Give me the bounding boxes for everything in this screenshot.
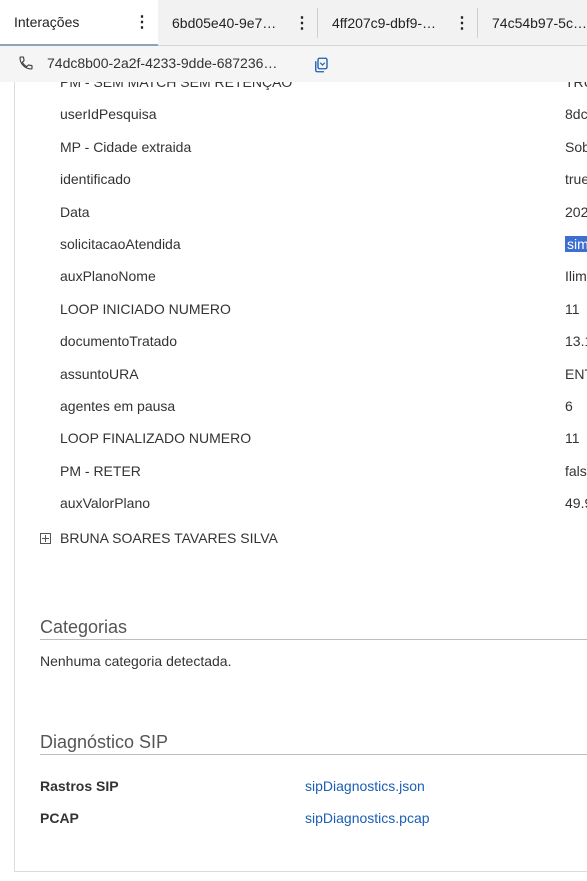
sip-traces-label: Rastros SIP <box>40 778 119 794</box>
attribute-key: PM - SEM MATCH SEM RETENÇÃO <box>60 82 293 90</box>
attribute-row: MP - Cidade extraida Sob <box>60 139 587 159</box>
tab-interaction-3[interactable]: 4ff207c9-dbf9-… ⋮ <box>318 0 478 46</box>
attribute-key: userIdPesquisa <box>60 106 157 122</box>
tab-interacoes[interactable]: Interações ⋮ <box>0 0 158 46</box>
attribute-value: Ilim <box>565 268 587 284</box>
tab-bar: Interações ⋮ 6bd05e40-9e7… ⋮ 4ff207c9-db… <box>0 0 587 46</box>
attribute-key: Data <box>60 204 90 220</box>
sip-traces-link[interactable]: sipDiagnostics.json <box>305 778 425 794</box>
attribute-value: 6 <box>565 398 573 414</box>
attribute-value-selected[interactable]: sim <box>565 236 587 252</box>
attribute-row: PM - SEM MATCH SEM RETENÇÃO TRU <box>60 82 587 94</box>
attribute-key: PM - RETER <box>60 463 141 479</box>
attribute-row: auxPlanoNome Ilim <box>60 268 587 288</box>
copy-icon[interactable] <box>312 56 330 74</box>
attribute-key: assuntoURA <box>60 366 139 382</box>
attribute-value: fals <box>565 463 587 479</box>
attribute-value: 8dc <box>565 106 587 122</box>
attribute-row: solicitacaoAtendida sim <box>60 236 587 256</box>
tab-interaction-2[interactable]: 6bd05e40-9e7… ⋮ <box>158 0 318 46</box>
attribute-row: assuntoURA ENT <box>60 366 587 386</box>
attribute-key: auxPlanoNome <box>60 268 156 284</box>
tab-label: 74c54b97-5ce… <box>492 15 587 31</box>
interaction-header: 74dc8b00-2a2f-4233-9dde-6872364… <box>0 46 587 82</box>
attribute-value: 11 <box>565 301 580 317</box>
attribute-row: PM - RETER fals <box>60 463 587 483</box>
attribute-key: solicitacaoAtendida <box>60 236 181 252</box>
attribute-row: auxValorPlano 49.9 <box>60 495 587 515</box>
attribute-row: userIdPesquisa 8dc <box>60 106 587 126</box>
participant-name: BRUNA SOARES TAVARES SILVA <box>60 530 278 546</box>
expand-plus-icon[interactable] <box>40 532 51 544</box>
participant-expander[interactable]: BRUNA SOARES TAVARES SILVA <box>40 528 278 548</box>
attribute-key: agentes em pausa <box>60 398 176 414</box>
interaction-details-panel: PM - SEM MATCH SEM RETENÇÃO TRU userIdPe… <box>14 82 587 872</box>
attribute-key: documentoTratado <box>60 333 177 349</box>
kebab-menu-icon[interactable]: ⋮ <box>132 12 152 32</box>
pcap-link[interactable]: sipDiagnostics.pcap <box>305 810 430 826</box>
attribute-value: ENT <box>565 366 587 382</box>
tab-label: 4ff207c9-dbf9-… <box>332 15 437 31</box>
tab-label: Interações <box>14 14 80 30</box>
categories-title: Categorias <box>40 617 587 640</box>
attribute-row: LOOP INICIADO NUMERO 11 <box>60 301 587 321</box>
attribute-key: auxValorPlano <box>60 495 151 511</box>
tab-label: 6bd05e40-9e7… <box>172 15 277 31</box>
attribute-value: 13.1 <box>565 333 587 349</box>
attribute-key: LOOP INICIADO NUMERO <box>60 301 231 317</box>
attribute-key: identificado <box>60 171 131 187</box>
attribute-key: MP - Cidade extraida <box>60 139 192 155</box>
attribute-value: 49.9 <box>565 495 587 511</box>
attribute-row: documentoTratado 13.1 <box>60 333 587 353</box>
attribute-value: true <box>565 171 587 187</box>
attribute-value: 11 <box>565 430 580 446</box>
attribute-row: agentes em pausa 6 <box>60 398 587 418</box>
sip-diagnostics-title: Diagnóstico SIP <box>40 732 587 755</box>
tab-interaction-4[interactable]: 74c54b97-5ce… <box>478 0 587 46</box>
attribute-row: LOOP FINALIZADO NUMERO 11 <box>60 430 587 450</box>
attribute-value: Sob <box>565 139 587 155</box>
attribute-value: 202 <box>565 204 587 220</box>
categories-empty-text: Nenhuma categoria detectada. <box>40 653 232 669</box>
attribute-row: identificado true <box>60 171 587 191</box>
attribute-key: LOOP FINALIZADO NUMERO <box>60 430 252 446</box>
conversation-id: 74dc8b00-2a2f-4233-9dde-6872364… <box>47 55 285 71</box>
kebab-menu-icon[interactable]: ⋮ <box>452 13 472 33</box>
pcap-label: PCAP <box>40 810 79 826</box>
attribute-value: TRU <box>565 82 587 90</box>
phone-icon <box>19 56 33 70</box>
attribute-row: Data 202 <box>60 204 587 224</box>
kebab-menu-icon[interactable]: ⋮ <box>292 13 312 33</box>
